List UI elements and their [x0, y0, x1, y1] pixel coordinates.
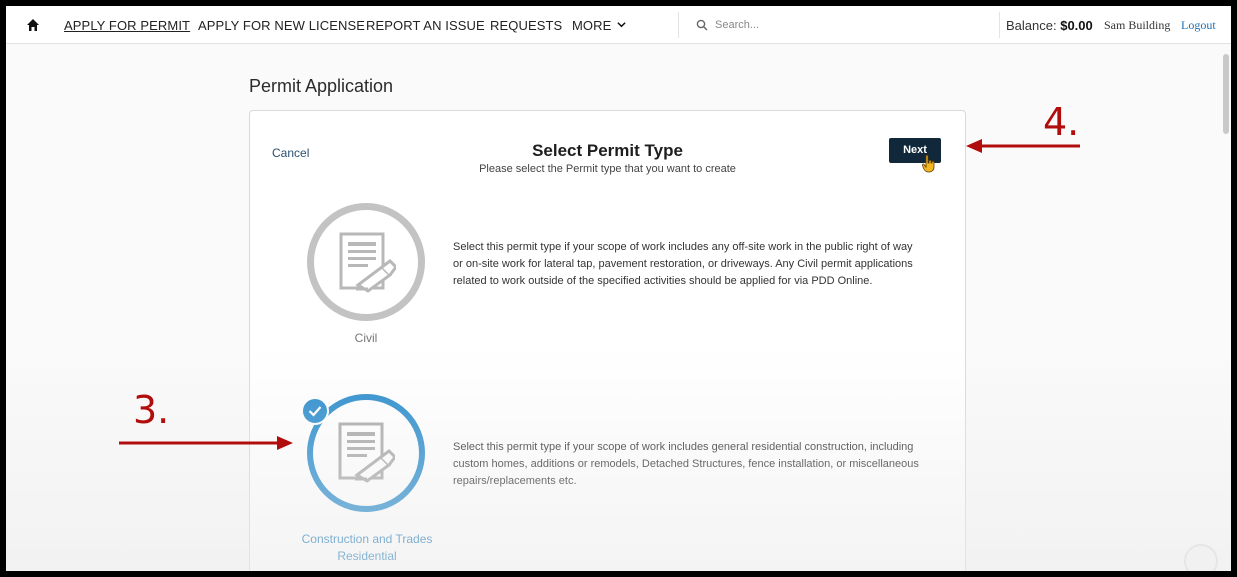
nav-apply-for-permit[interactable]: APPLY FOR PERMIT: [64, 18, 190, 33]
home-icon[interactable]: [26, 18, 40, 32]
permit-option-civil-description: Select this permit type if your scope of…: [453, 241, 913, 287]
user-name[interactable]: Sam Building: [1104, 18, 1170, 33]
permit-option-civil-label[interactable]: Civil: [307, 331, 425, 345]
option-label-line2: Residential: [337, 549, 397, 563]
page-title: Permit Application: [249, 76, 394, 96]
annotation-step-3: 3.: [133, 388, 170, 432]
search-input[interactable]: [715, 15, 985, 35]
account-balance: Balance: $0.00: [1006, 18, 1093, 33]
nav-requests[interactable]: REQUESTS: [490, 18, 562, 33]
card-title: Select Permit Type: [532, 141, 683, 160]
nav-apply-for-new-license[interactable]: APPLY FOR NEW LICENSE: [198, 18, 365, 33]
nav-more-label: MORE: [572, 18, 612, 33]
permit-type-card: Cancel Select Permit Type Please select …: [249, 110, 966, 571]
chevron-down-icon: [617, 22, 627, 28]
permit-option-civil[interactable]: [307, 203, 425, 321]
balance-label: Balance:: [1006, 18, 1057, 33]
selected-checkmark-icon: [301, 397, 329, 425]
permit-option-construction-residential-label[interactable]: Construction and Trades Residential: [267, 531, 467, 565]
document-permit-icon: [339, 232, 396, 293]
top-navigation: APPLY FOR PERMIT APPLY FOR NEW LICENSE R…: [6, 6, 1231, 44]
search-icon: [696, 19, 708, 31]
hand-cursor-icon: [922, 155, 935, 173]
annotation-arrow-left-icon: [966, 139, 1080, 153]
nav-report-an-issue[interactable]: REPORT AN ISSUE: [366, 18, 485, 33]
logout-link[interactable]: Logout: [1181, 18, 1216, 33]
document-permit-icon: [338, 422, 395, 483]
permit-option-construction-residential-description: Select this permit type if your scope of…: [453, 441, 919, 487]
screen: APPLY FOR PERMIT APPLY FOR NEW LICENSE R…: [6, 6, 1231, 571]
card-subtitle: Please select the Permit type that you w…: [479, 163, 736, 175]
city-seal-icon: [1184, 544, 1218, 571]
scrollbar-thumb[interactable]: [1223, 54, 1229, 134]
search-box[interactable]: [678, 12, 1000, 38]
balance-value: $0.00: [1060, 18, 1093, 33]
nav-more[interactable]: MORE: [572, 18, 627, 33]
annotation-arrow-right-icon: [119, 436, 293, 450]
option-label-line1: Construction and Trades: [301, 532, 433, 546]
